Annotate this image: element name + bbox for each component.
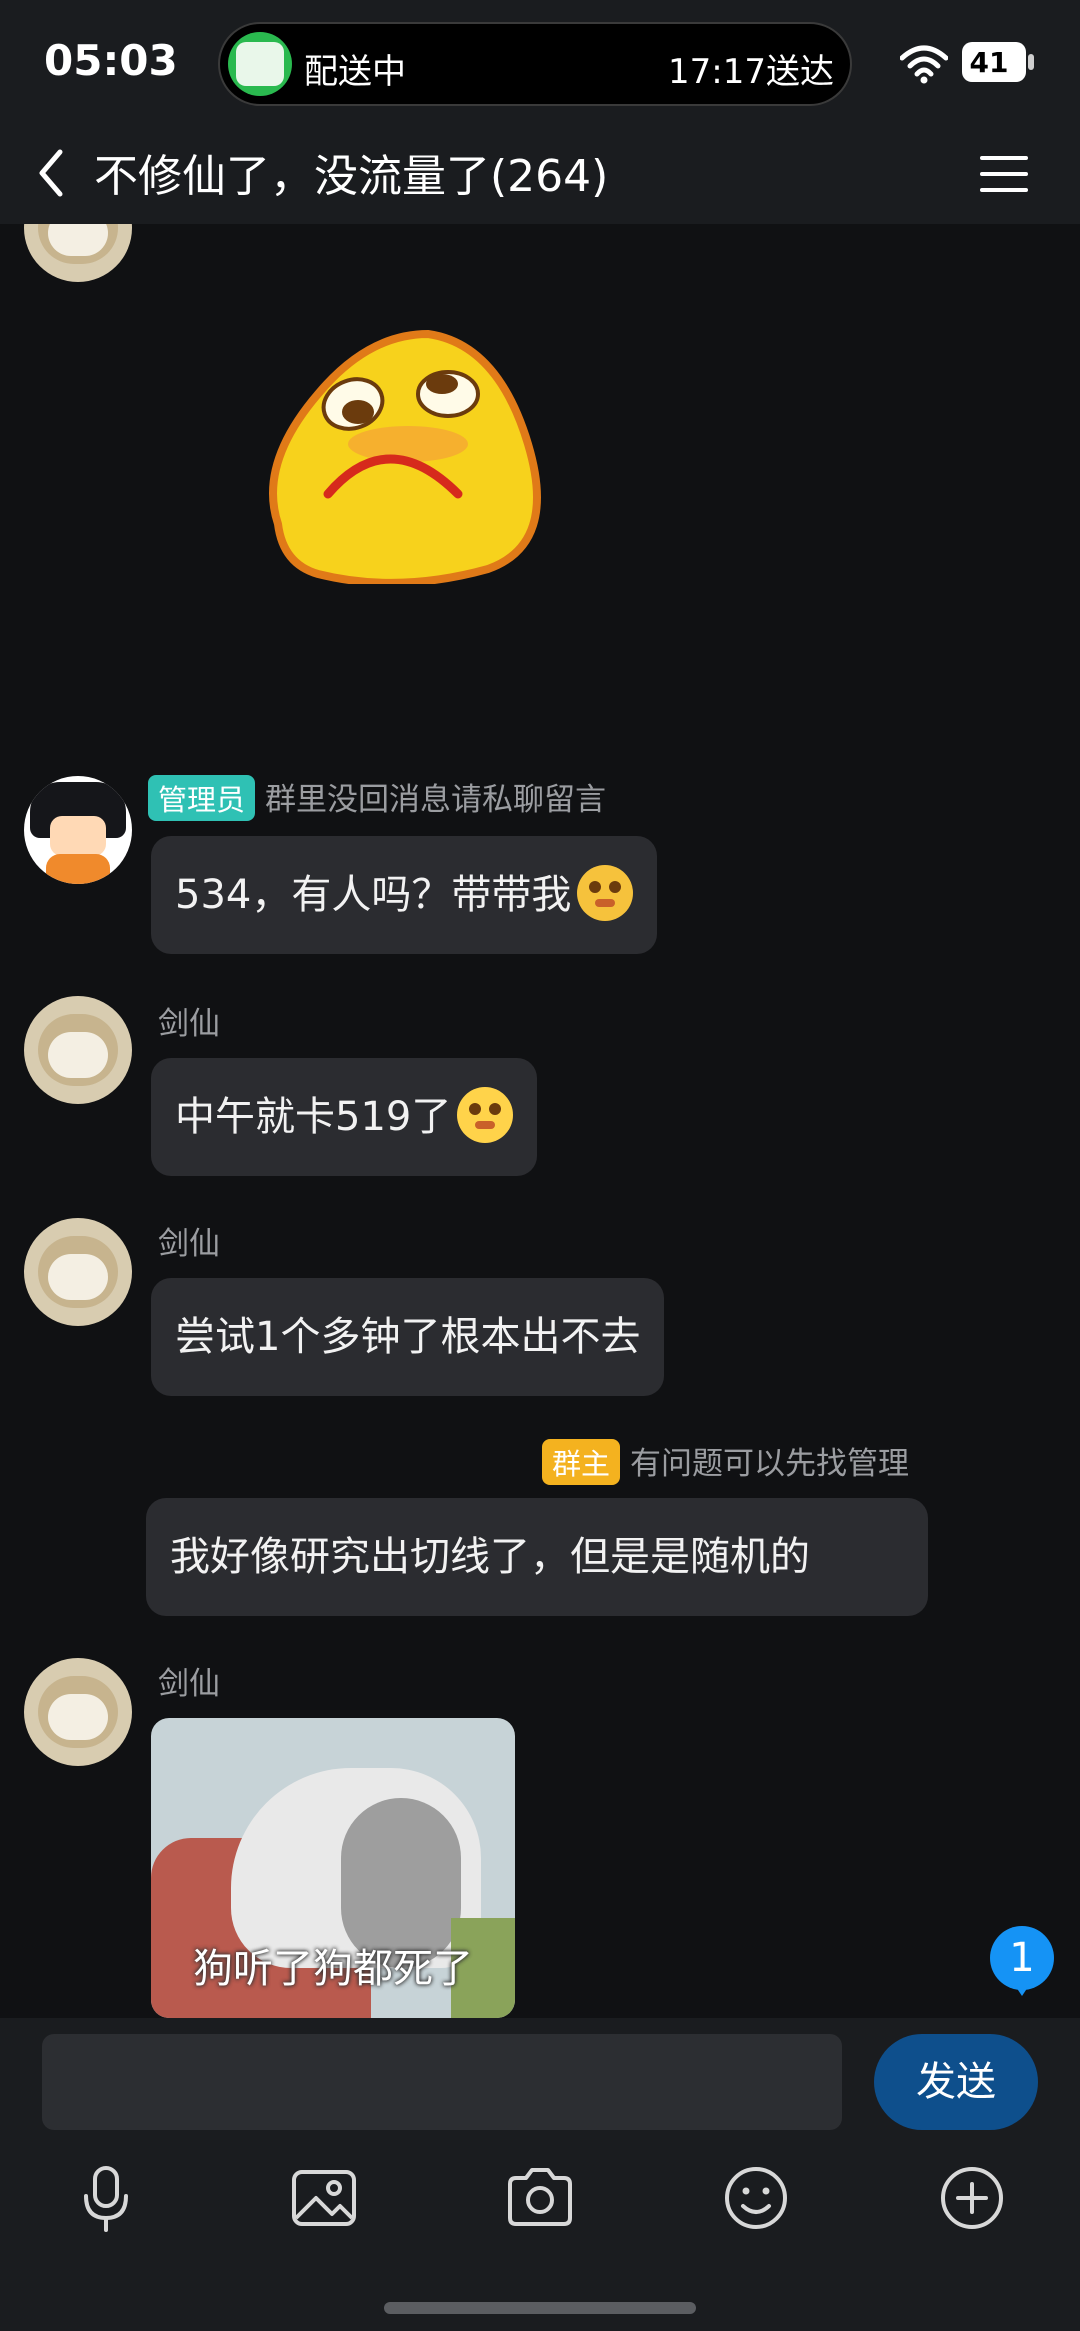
message-bubble[interactable]: 我好像研究出切线了，但是是随机的 <box>146 1498 928 1616</box>
send-button[interactable]: 发送 <box>874 2034 1038 2130</box>
status-time: 05:03 <box>44 36 178 85</box>
blush-emoji-icon <box>457 1087 514 1143</box>
message-text: 我好像研究出切线了，但是是随机的 <box>170 1534 810 1580</box>
sender-name: 剑仙 <box>158 1006 220 1042</box>
chat-header: 不修仙了，没流量了(264) <box>0 126 1080 224</box>
unread-badge-tail <box>1014 1984 1030 1996</box>
avatar[interactable] <box>24 224 132 282</box>
message-list[interactable]: 管理员 群里没回消息请私聊留言 534，有人吗？带带我 剑仙 中午就卡519了 剑… <box>0 224 1080 2018</box>
dynamic-island-delivery[interactable]: 配送中 17:17送达 <box>218 22 852 106</box>
message-text: 534，有人吗？带带我 <box>175 872 572 918</box>
sender-name: 剑仙 <box>158 1226 220 1262</box>
admin-badge: 管理员 <box>148 775 256 821</box>
message-input[interactable] <box>42 2034 842 2130</box>
sender-name: 剑仙 <box>158 1666 220 1702</box>
sender-name: 有问题可以先找管理 <box>630 1446 910 1482</box>
sender-name-row: 群主 有问题可以先找管理 <box>542 1438 909 1485</box>
sender-name: 群里没回消息请私聊留言 <box>265 782 607 818</box>
microphone-icon[interactable] <box>68 2160 144 2236</box>
avatar[interactable] <box>24 776 132 884</box>
avatar[interactable] <box>24 1658 132 1766</box>
avatar[interactable] <box>24 996 132 1104</box>
battery-icon: 41 <box>962 42 1026 82</box>
sad-face-sticker[interactable] <box>258 324 548 584</box>
message-bubble[interactable]: 534，有人吗？带带我 <box>151 836 658 954</box>
delivery-scooter-icon <box>228 32 292 96</box>
menu-icon[interactable] <box>976 146 1032 202</box>
avatar[interactable] <box>24 1218 132 1326</box>
meme-caption: 狗听了狗都死了 <box>193 1946 473 1992</box>
meme-image[interactable]: 狗听了狗都死了 <box>151 1718 515 2018</box>
status-bar: 05:03 配送中 17:17送达 41 <box>0 0 1080 126</box>
message-text: 中午就卡519了 <box>175 1094 452 1140</box>
pondering-emoji-icon <box>577 865 634 921</box>
plus-icon[interactable] <box>934 2160 1010 2236</box>
delivery-status: 配送中 <box>304 52 406 92</box>
battery-level: 41 <box>969 46 1009 79</box>
home-indicator[interactable] <box>384 2302 696 2314</box>
group-title: 不修仙了，没流量了(264) <box>94 151 609 202</box>
camera-icon[interactable] <box>502 2160 578 2236</box>
message-bubble[interactable]: 尝试1个多钟了根本出不去 <box>151 1278 665 1396</box>
emoji-icon[interactable] <box>718 2160 794 2236</box>
message-text: 尝试1个多钟了根本出不去 <box>175 1314 641 1360</box>
input-bar: 发送 <box>0 2018 1080 2331</box>
unread-count-badge[interactable]: 1 <box>990 1926 1054 1990</box>
wifi-icon <box>900 45 948 84</box>
battery-tip <box>1028 54 1034 70</box>
sender-name-row: 管理员 群里没回消息请私聊留言 <box>148 774 606 821</box>
message-bubble[interactable]: 中午就卡519了 <box>151 1058 538 1176</box>
image-icon[interactable] <box>286 2160 362 2236</box>
back-arrow-icon[interactable] <box>30 142 74 204</box>
delivery-eta: 17:17送达 <box>668 52 834 92</box>
owner-badge: 群主 <box>542 1439 621 1485</box>
